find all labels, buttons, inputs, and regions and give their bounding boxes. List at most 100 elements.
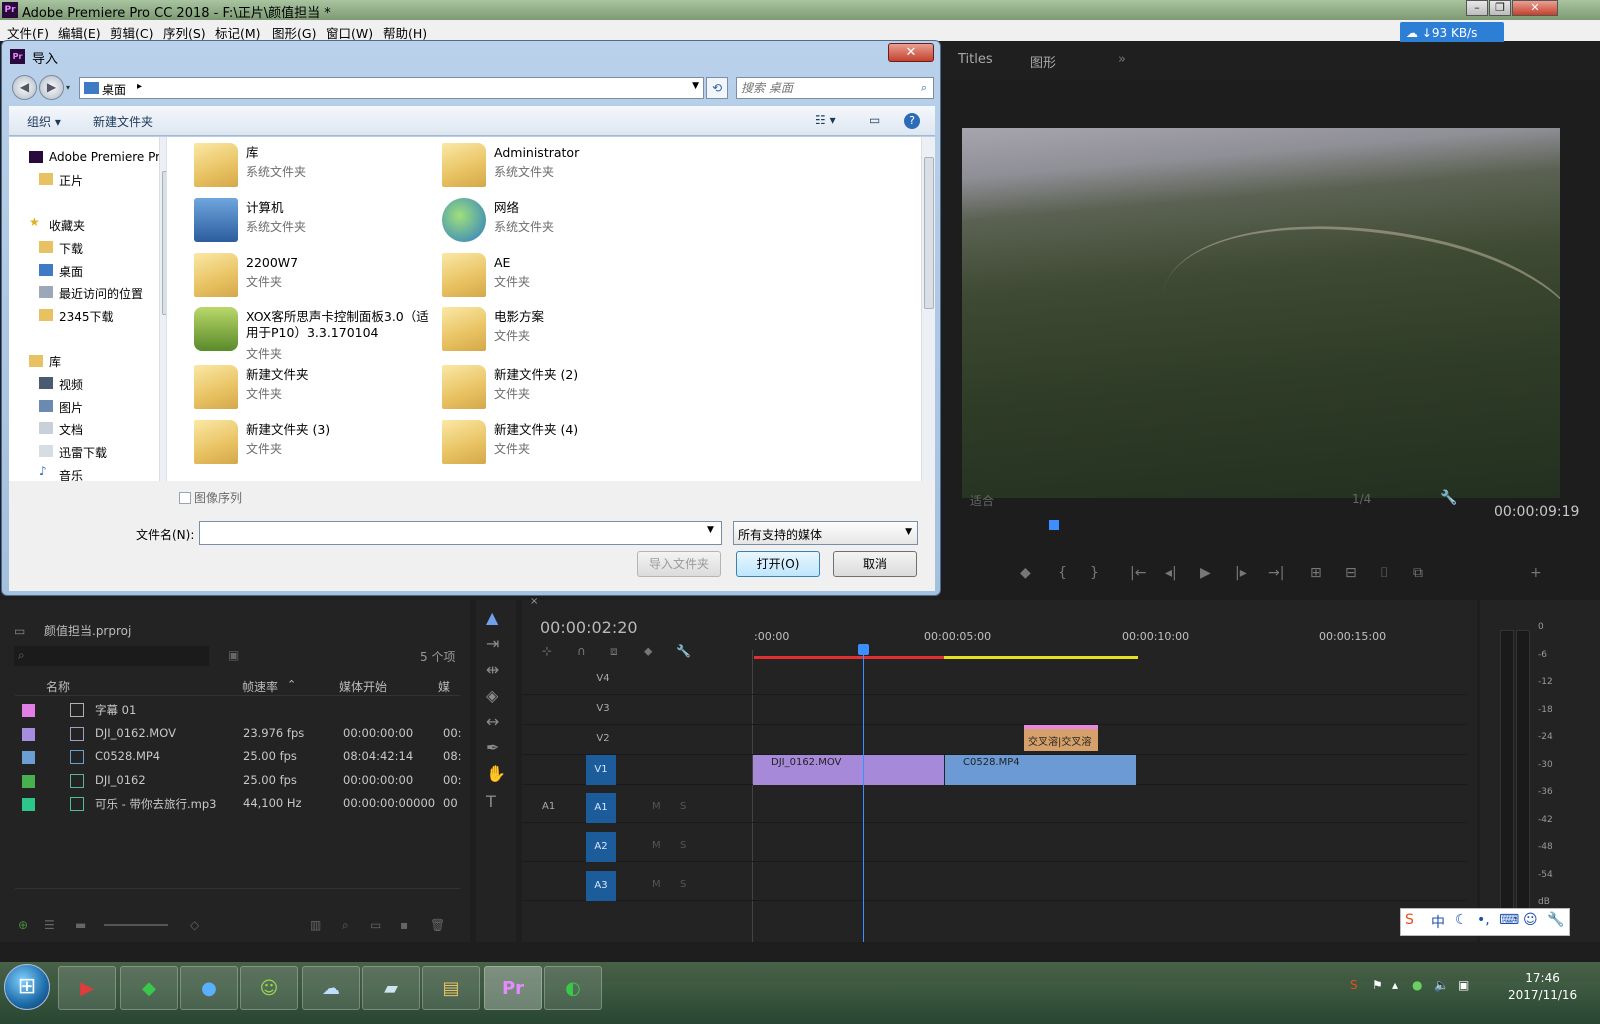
mark-in-icon[interactable]: { xyxy=(1058,565,1067,581)
browser-icon[interactable]: ◐ xyxy=(544,966,602,1010)
premiere-taskbar-icon[interactable]: Pr xyxy=(484,966,542,1010)
dialog-close-button[interactable]: ✕ xyxy=(888,43,934,62)
sort-icon[interactable]: ◇ xyxy=(190,918,199,932)
label-color-swatch[interactable] xyxy=(22,774,35,788)
scroll-thumb[interactable] xyxy=(162,171,166,315)
qq-icon[interactable]: ● xyxy=(180,966,238,1010)
program-playhead[interactable] xyxy=(1049,520,1059,530)
track-label[interactable]: A3 xyxy=(586,871,616,901)
label-color-swatch[interactable] xyxy=(22,727,35,741)
download-speed-badge[interactable]: ☁ ↓93 KB/s xyxy=(1400,22,1504,44)
nav-xunlei[interactable]: 迅雷下载 xyxy=(59,444,107,461)
file-scrollbar[interactable] xyxy=(921,137,935,481)
nav-favorites[interactable]: 收藏夹 xyxy=(49,217,85,234)
search-icon[interactable]: ⌕ xyxy=(921,81,927,95)
history-dropdown-icon[interactable]: ▾ xyxy=(66,83,70,92)
green-app-icon[interactable]: ◆ xyxy=(120,966,178,1010)
mark-out-icon[interactable]: } xyxy=(1090,565,1099,581)
lift-icon[interactable]: ⊞ xyxy=(1310,565,1322,581)
pen-icon[interactable]: ✒ xyxy=(486,738,499,757)
source-patch[interactable]: A1 xyxy=(542,801,555,812)
nav-scrollbar[interactable] xyxy=(159,137,166,481)
nav-pictures[interactable]: 图片 xyxy=(59,399,83,416)
file-item[interactable]: 网络 系统文件夹 xyxy=(442,196,682,248)
add-marker-icon[interactable]: ⬥ xyxy=(644,644,652,659)
linked-icon[interactable]: ⧈ xyxy=(610,644,618,659)
track-label[interactable]: V1 xyxy=(586,755,616,785)
address-bar[interactable]: 桌面 ▸ ▼ xyxy=(79,77,704,99)
explorer-icon[interactable]: ▤ xyxy=(422,966,480,1010)
track-label[interactable]: V2 xyxy=(588,733,618,744)
nav-zhengpian[interactable]: 正片 xyxy=(59,172,83,189)
file-item[interactable]: XOX客所思声卡控制面板3.0（适用于P10）3.3.170104 文件夹 xyxy=(194,305,434,361)
clip-c0528[interactable]: C0528.MP4 xyxy=(945,755,1136,785)
moon-icon[interactable]: ☾ xyxy=(1455,912,1468,928)
step-forward-icon[interactable]: |▸ xyxy=(1235,565,1247,581)
project-item-row[interactable]: DJI_0162 25.00 fps 00:00:00:00 00: xyxy=(15,769,462,793)
mute-button[interactable]: M xyxy=(652,801,661,812)
ime-toolbar[interactable]: S 中 ☾ •, ⌨ ☺ 🔧 xyxy=(1400,908,1570,936)
icon-view-icon[interactable]: ▬ xyxy=(75,918,86,932)
notes-icon[interactable]: ▰ xyxy=(362,966,420,1010)
new-item-icon[interactable]: ▪ xyxy=(400,918,408,932)
wrench-icon[interactable]: 🔧 xyxy=(1440,490,1457,506)
step-back-icon[interactable]: ◂| xyxy=(1165,565,1177,581)
tab-titles[interactable]: Titles xyxy=(958,52,993,67)
zoom-fit-select[interactable]: 适合 xyxy=(970,492,994,509)
chevron-down-icon[interactable]: ▼ xyxy=(707,525,714,535)
clip-dji0162[interactable]: DJI_0162.MOV xyxy=(753,755,944,785)
zoom-slider[interactable] xyxy=(104,924,168,926)
settings-wrench-icon[interactable]: 🔧 xyxy=(676,644,691,658)
solo-button[interactable]: S xyxy=(680,840,686,851)
tools-icon[interactable]: 🔧 xyxy=(1547,912,1564,928)
file-item[interactable]: Administrator 系统文件夹 xyxy=(442,141,682,193)
file-item[interactable]: 2200W7 文件夹 xyxy=(194,251,434,303)
chevron-down-icon[interactable]: ▼ xyxy=(692,81,699,91)
track-label[interactable]: A2 xyxy=(586,832,616,862)
baidu-cloud-icon[interactable]: ☁ xyxy=(302,966,360,1010)
project-item-row[interactable]: C0528.MP4 25.00 fps 08:04:42:14 08: xyxy=(15,745,462,769)
file-item[interactable]: 新建文件夹 (2) 文件夹 xyxy=(442,363,682,415)
flag-tray-icon[interactable]: ⚑ xyxy=(1372,978,1383,992)
filename-input[interactable] xyxy=(199,521,722,545)
organize-button[interactable]: 组织 ▾ xyxy=(27,113,61,130)
col-media-start[interactable]: 媒体开始 xyxy=(339,678,387,695)
refresh-button[interactable]: ⟲ xyxy=(706,77,728,99)
view-options-icon[interactable]: ☷ ▾ xyxy=(815,113,836,127)
nav-download[interactable]: 下载 xyxy=(59,240,83,257)
volume-icon[interactable]: 🔈 xyxy=(1434,978,1449,992)
track-label[interactable]: V4 xyxy=(588,673,618,684)
nav-recent[interactable]: 最近访问的位置 xyxy=(59,285,143,302)
checkbox-box[interactable] xyxy=(179,492,191,504)
marker-icon[interactable]: ◆ xyxy=(1020,565,1031,581)
file-item[interactable]: 新建文件夹 文件夹 xyxy=(194,363,434,415)
col-name[interactable]: 名称 xyxy=(46,678,70,695)
go-to-out-icon[interactable]: →| xyxy=(1268,565,1284,581)
hand-icon[interactable]: ✋ xyxy=(486,764,506,783)
preview-pane-icon[interactable]: ▭ xyxy=(869,113,880,127)
col-fps[interactable]: 帧速率 xyxy=(242,678,278,695)
go-to-in-icon[interactable]: |← xyxy=(1130,565,1146,581)
track-label[interactable]: A1 xyxy=(586,793,616,823)
import-folder-button[interactable]: 导入文件夹 xyxy=(637,551,721,577)
nav-docs[interactable]: 文档 xyxy=(59,421,83,438)
type-tool-icon[interactable]: T xyxy=(486,792,496,811)
playhead[interactable] xyxy=(863,650,864,942)
file-item[interactable]: 计算机 系统文件夹 xyxy=(194,196,434,248)
forward-button[interactable]: ▶ xyxy=(39,75,64,100)
slip-icon[interactable]: ↔ xyxy=(486,712,499,731)
mute-button[interactable]: M xyxy=(652,879,661,890)
selection-tool-icon[interactable]: ▲ xyxy=(486,608,498,627)
label-color-swatch[interactable] xyxy=(22,704,35,717)
label-color-swatch[interactable] xyxy=(22,798,35,811)
col-media[interactable]: 媒 xyxy=(438,678,450,695)
filetype-select[interactable]: 所有支持的媒体 ▼ xyxy=(733,521,918,545)
mute-button[interactable]: M xyxy=(652,840,661,851)
tray-expand-icon[interactable]: ▴ xyxy=(1392,978,1398,992)
lock-icon[interactable]: ⊕ xyxy=(18,918,28,932)
trash-icon[interactable]: 🗑 xyxy=(430,918,445,932)
close-button[interactable]: ✕ xyxy=(1512,0,1558,16)
solo-button[interactable]: S xyxy=(680,801,686,812)
project-item-row[interactable]: DJI_0162.MOV 23.976 fps 00:00:00:00 00: xyxy=(15,722,462,746)
360-tray-icon[interactable]: ● xyxy=(1412,978,1422,992)
